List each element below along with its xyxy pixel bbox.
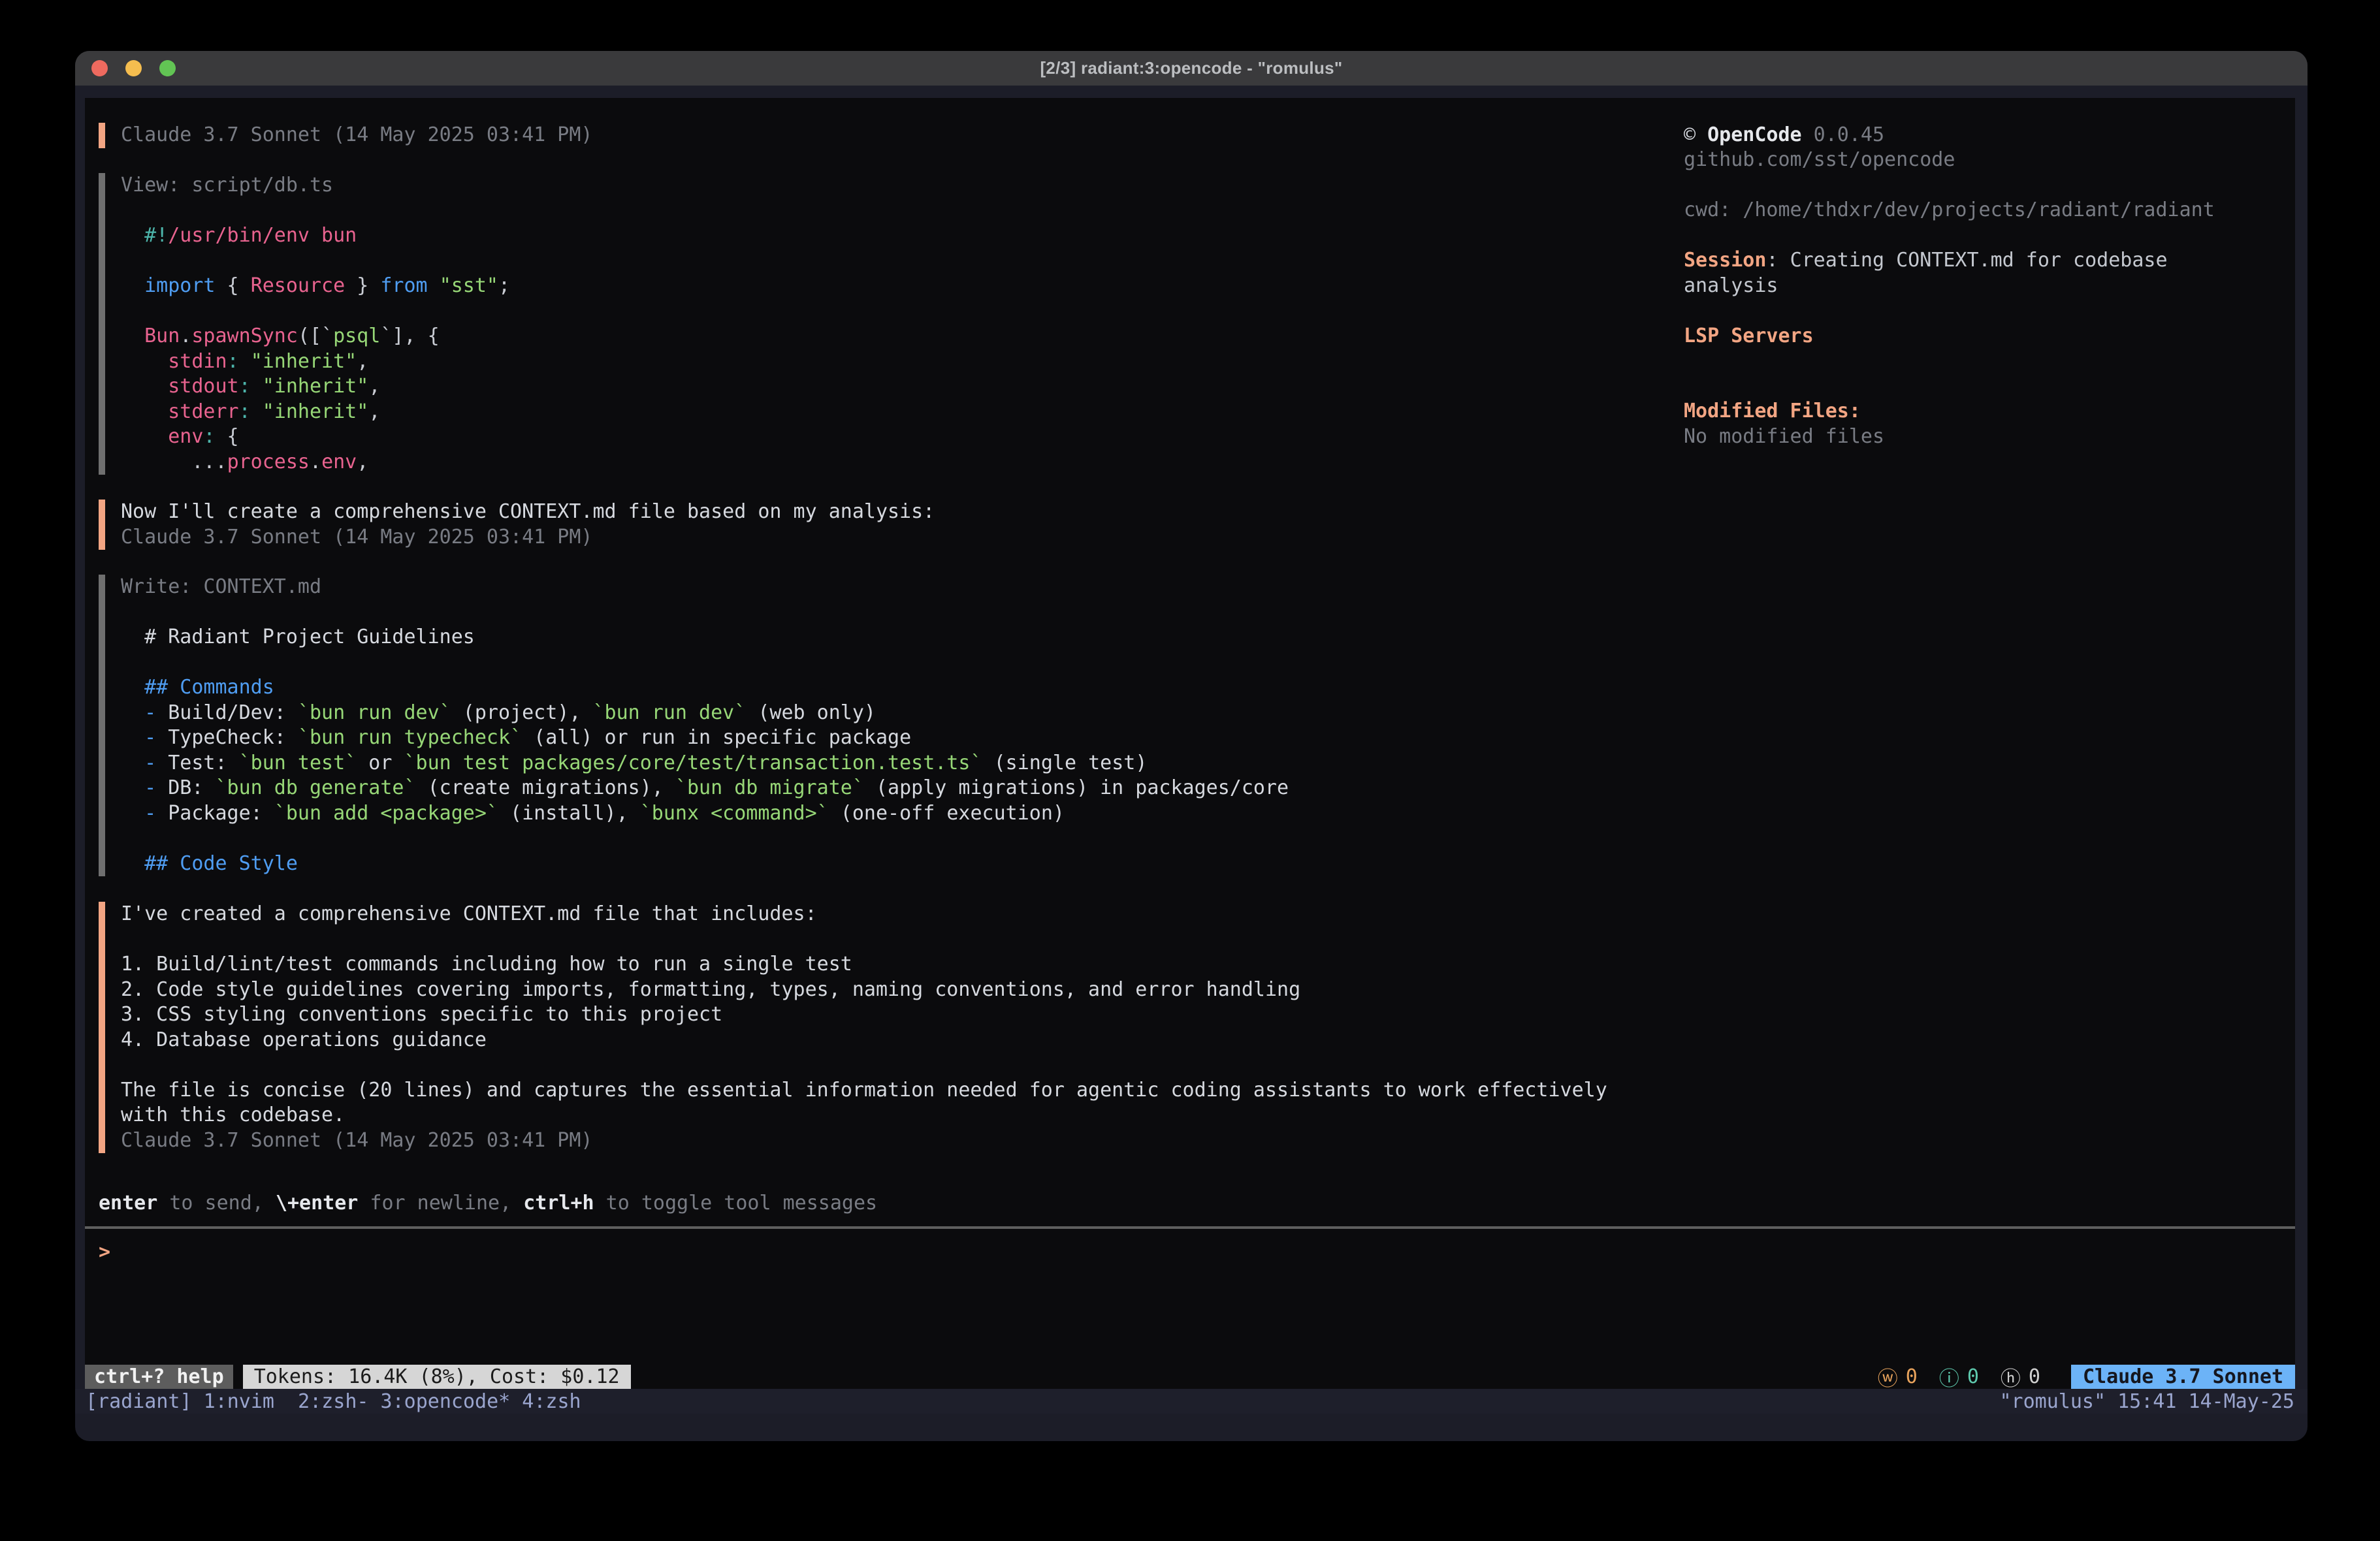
sidebar-repo-url[interactable]: github.com/sst/opencode xyxy=(1684,148,1955,173)
window-title: [2/3] radiant:3:opencode - "romulus" xyxy=(1040,58,1342,78)
sidebar-cwd: cwd: /home/thdxr/dev/projects/radiant/ra… xyxy=(1684,198,2215,223)
assistant-message-block: Now I'll create a comprehensive CONTEXT.… xyxy=(99,500,935,550)
status-bar: ctrl+? help Tokens: 16.4K (8%), Cost: $0… xyxy=(85,1365,2295,1389)
sidebar-session-title: Session: Creating CONTEXT.md for codebas… xyxy=(1684,248,2168,274)
warning-count: ⓦ0 xyxy=(1878,1362,1918,1391)
tokens-cost-chip: Tokens: 16.4K (8%), Cost: $0.12 xyxy=(243,1365,631,1389)
sidebar-lsp-servers-heading: LSP Servers xyxy=(1684,324,1814,349)
status-right: ⓦ0 ⓘ0 ⓗ0 Claude 3.7 Sonnet xyxy=(1878,1365,2295,1389)
sidebar-no-modified-files: No modified files xyxy=(1684,424,1884,450)
warning-icon: ⓦ xyxy=(1878,1362,1898,1391)
traffic-lights xyxy=(91,60,176,76)
zoom-button[interactable] xyxy=(159,60,176,76)
prompt-input[interactable]: > xyxy=(99,1240,110,1265)
info-icon: ⓘ xyxy=(1939,1362,1959,1391)
tmux-host-clock: "romulus" 15:41 14-May-25 xyxy=(1999,1390,2294,1413)
prompt-symbol: > xyxy=(99,1241,110,1263)
assistant-summary-block: I've created a comprehensive CONTEXT.md … xyxy=(99,902,1607,1153)
keybinding-hints: enter to send, \+enter for newline, ctrl… xyxy=(99,1191,877,1216)
tool-view-block: View: script/db.ts #!/usr/bin/env bun im… xyxy=(99,173,510,475)
opencode-tui: Claude 3.7 Sonnet (14 May 2025 03:41 PM)… xyxy=(85,98,2295,1389)
input-divider xyxy=(85,1226,2295,1229)
help-chip[interactable]: ctrl+? help xyxy=(85,1365,233,1389)
sidebar-session-title-wrap: analysis xyxy=(1684,274,1778,299)
minimize-button[interactable] xyxy=(125,60,142,76)
sidebar-app-version: © OpenCode 0.0.45 xyxy=(1684,123,1884,148)
model-chip[interactable]: Claude 3.7 Sonnet xyxy=(2071,1365,2295,1389)
hint-icon: ⓗ xyxy=(2001,1362,2021,1391)
title-bar[interactable]: [2/3] radiant:3:opencode - "romulus" xyxy=(75,51,2308,86)
message-header-block: Claude 3.7 Sonnet (14 May 2025 03:41 PM) xyxy=(99,123,592,148)
hint-count: ⓗ0 xyxy=(2001,1362,2040,1391)
terminal-window: [2/3] radiant:3:opencode - "romulus" Cla… xyxy=(75,51,2308,1441)
tmux-window-list[interactable]: [radiant] 1:nvim 2:zsh- 3:opencode* 4:zs… xyxy=(86,1390,581,1413)
info-count: ⓘ0 xyxy=(1939,1362,1979,1391)
sidebar-modified-files-heading: Modified Files: xyxy=(1684,399,1861,424)
tmux-status-bar: [radiant] 1:nvim 2:zsh- 3:opencode* 4:zs… xyxy=(75,1389,2308,1414)
tool-write-block: Write: CONTEXT.md # Radiant Project Guid… xyxy=(99,575,1289,876)
close-button[interactable] xyxy=(91,60,108,76)
